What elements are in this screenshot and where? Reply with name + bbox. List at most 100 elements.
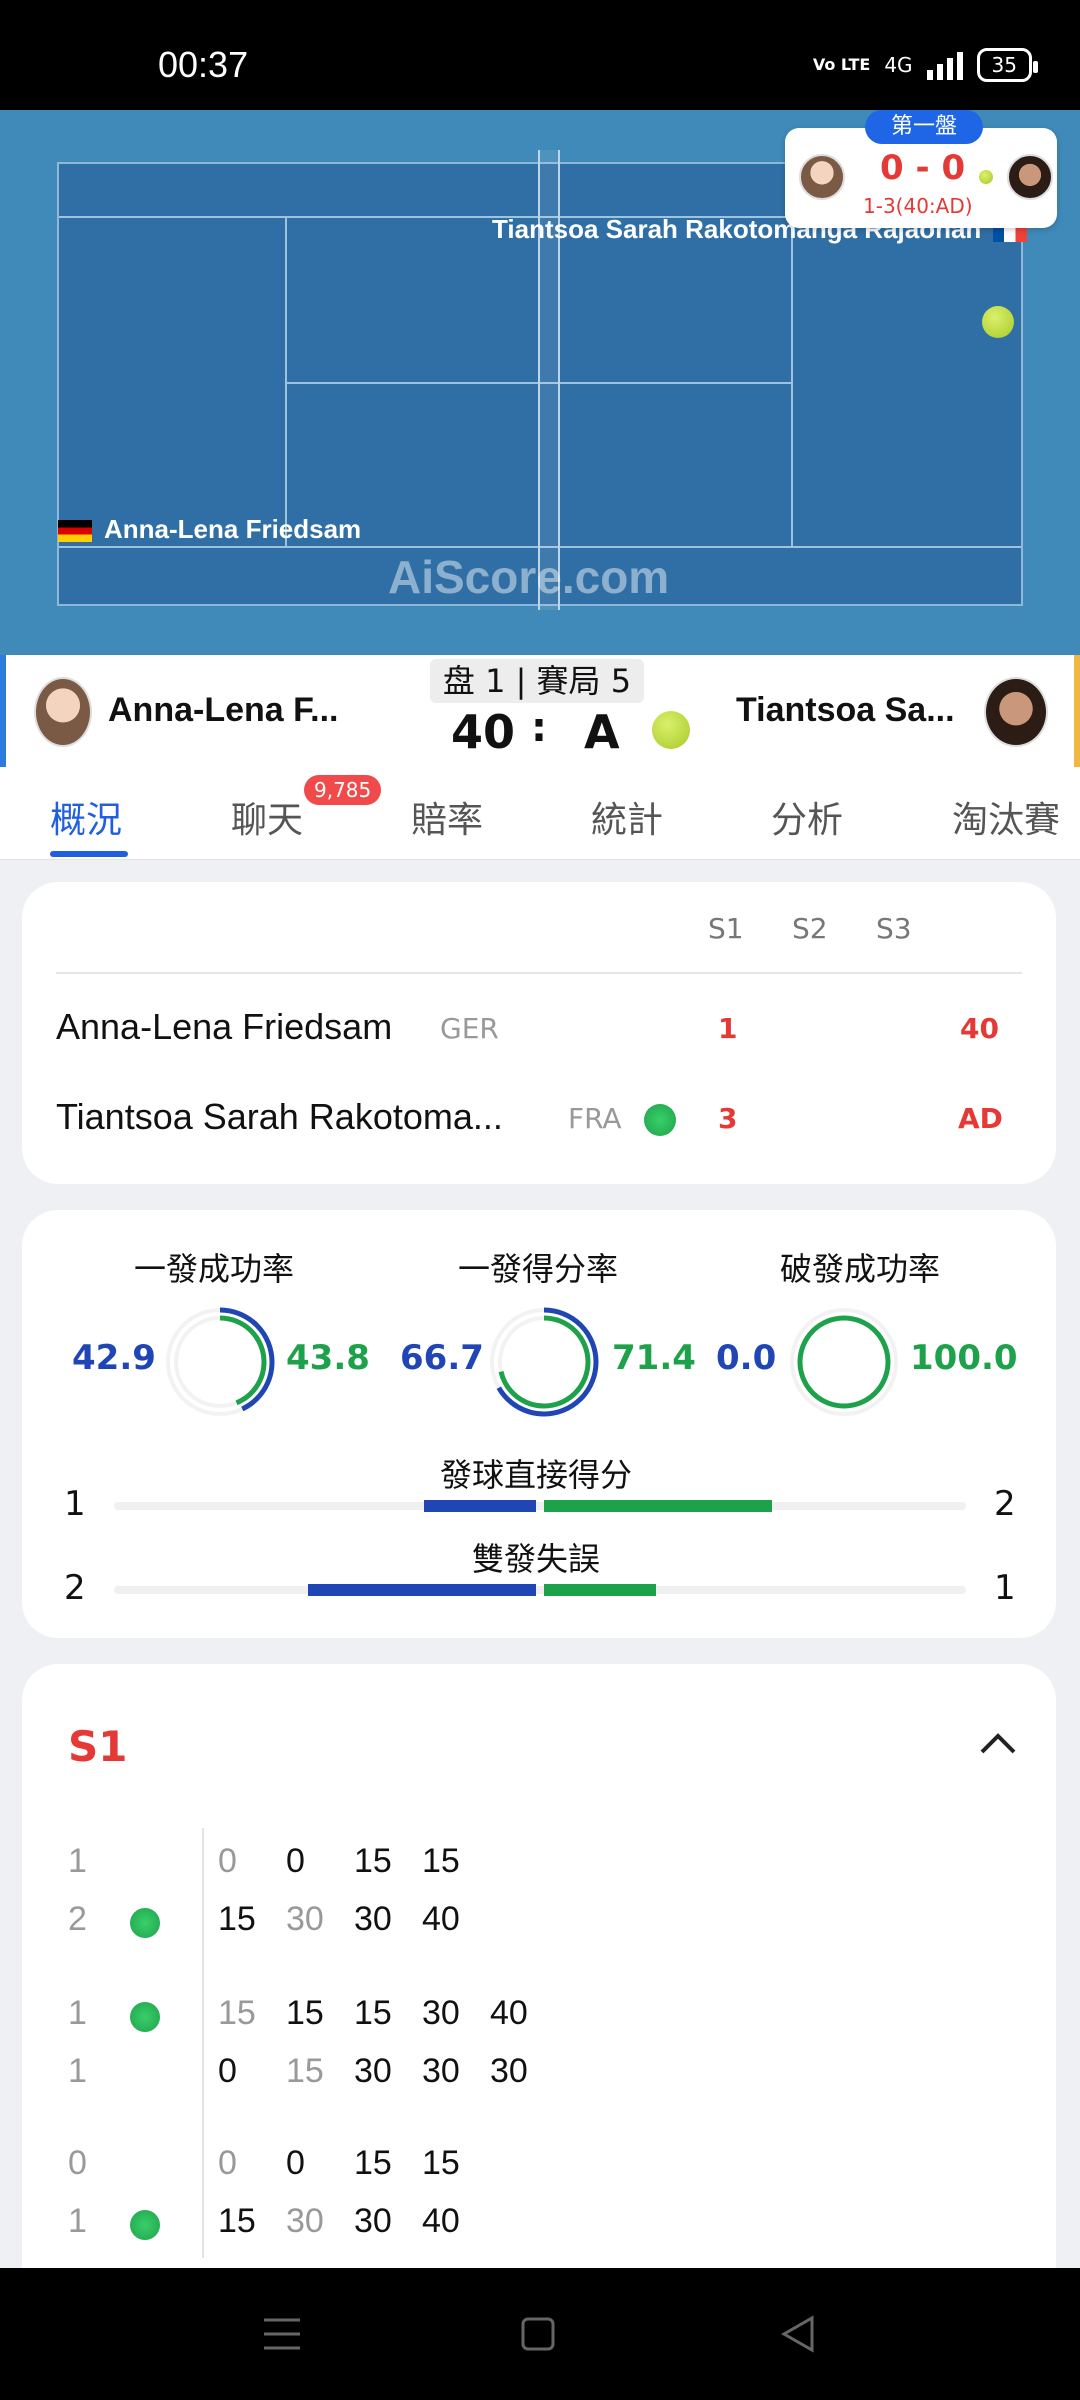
first-serve-won-ring <box>489 1307 599 1417</box>
ring-track-outer <box>790 1308 898 1416</box>
volte-icon: Vo LTE <box>812 55 871 74</box>
status-bar: 00:37 Vo LTE 4G 35 <box>0 0 1080 110</box>
player2-points: A <box>584 705 620 759</box>
point-score: 15 <box>422 2144 460 2182</box>
serve-ball-icon <box>130 2002 160 2032</box>
tab-chat[interactable]: 聊天 <box>231 791 303 843</box>
player1-nationality: GER <box>440 1012 499 1045</box>
stat-double-faults-title: 雙發失誤 <box>472 1540 601 1578</box>
set-title: S1 <box>68 1722 128 1771</box>
avatar <box>1007 154 1053 200</box>
point-score: 15 <box>286 2052 324 2090</box>
battery-icon: 35 <box>976 48 1039 82</box>
serve-ball-icon <box>130 1908 160 1938</box>
serving-ball-icon <box>652 711 690 749</box>
point-score: 40 <box>422 2202 460 2240</box>
tennis-ball-icon <box>982 306 1014 338</box>
player1-name[interactable]: Anna-Lena F... <box>108 691 338 730</box>
point-score: 40 <box>490 1994 528 2032</box>
game-count: 0 <box>68 2144 87 2182</box>
chat-count-badge: 9,785 <box>304 775 382 805</box>
point-score: 15 <box>354 2144 392 2182</box>
point-score: 15 <box>422 1842 460 1880</box>
player1-points: 40 <box>451 705 516 759</box>
set-detail-card: S1 1 0 0 15 15 2 15 30 30 40 1 15 15 15 30 40 1 0 15 30 30 30… <box>22 1664 1056 2268</box>
serve-ball-icon <box>130 2210 160 2240</box>
stat-aces-title: 發球直接得分 <box>440 1456 633 1494</box>
point-score: 0 <box>218 2052 237 2090</box>
stat-aces-right: 2 <box>994 1484 1016 1524</box>
tab-knockout[interactable]: 淘汰賽 <box>952 791 1060 843</box>
mini-scoreboard[interactable]: 第一盤 0 - 0 1-3(40:AD) <box>785 110 1057 228</box>
point-score: 15 <box>218 2202 256 2240</box>
tab-overview[interactable]: 概況 <box>50 791 122 843</box>
first-serve-ring <box>165 1307 275 1417</box>
chevron-up-icon[interactable] <box>978 1730 1018 1756</box>
serving-ball-icon <box>644 1104 676 1136</box>
status-time: 00:37 <box>158 44 249 85</box>
tab-analysis[interactable]: 分析 <box>771 791 843 843</box>
point-score: 0 <box>286 2144 305 2182</box>
serve-ball-icon <box>979 170 993 184</box>
set-tag: 第一盤 <box>865 110 983 144</box>
player1-row-name: Anna-Lena Friedsam <box>56 1006 393 1047</box>
point-score: 15 <box>218 1900 256 1938</box>
stats-card: 一發成功率 一發得分率 破發成功率 42.9 43.8 66.7 71.4 0.… <box>22 1210 1056 1638</box>
signal-icon <box>926 50 963 80</box>
germany-flag-icon <box>58 520 92 543</box>
point-score: 15 <box>354 1842 392 1880</box>
aces-bar-left <box>423 1500 536 1512</box>
network-label: 4G <box>884 53 913 77</box>
header-s2: S2 <box>792 912 828 945</box>
point-score: 30 <box>354 2202 392 2240</box>
navigation-bar <box>0 2268 1080 2400</box>
avatar <box>799 154 845 200</box>
stat-double-faults-right: 1 <box>994 1568 1016 1608</box>
player2-name[interactable]: Tiantsoa Sa... <box>736 691 955 730</box>
scoreboard-card: S1 S2 S3 Anna-Lena Friedsam GER 1 40 Tia… <box>22 882 1056 1184</box>
back-icon[interactable] <box>778 2314 818 2354</box>
point-score: 15 <box>354 1994 392 2032</box>
point-score: 30 <box>354 1900 392 1938</box>
double-faults-bar-track <box>114 1586 966 1594</box>
double-faults-bar-left <box>307 1584 536 1596</box>
double-faults-bar-right <box>544 1584 657 1596</box>
tab-stats[interactable]: 統計 <box>591 791 663 843</box>
point-score: 15 <box>218 1994 256 2032</box>
point-score: 30 <box>422 2052 460 2090</box>
header-s3: S3 <box>876 912 912 945</box>
tab-bar: 概況 聊天 9,785 賠率 統計 分析 淘汰賽 <box>0 767 1080 860</box>
stat-first-serve-left: 42.9 <box>72 1338 156 1378</box>
stat-break-point-right: 100.0 <box>910 1338 1018 1378</box>
stat-first-serve-won-title: 一發得分率 <box>458 1250 619 1288</box>
tab-odds[interactable]: 賠率 <box>411 791 483 843</box>
point-score: 15 <box>286 1994 324 2032</box>
point-score: 30 <box>490 2052 528 2090</box>
stat-break-point-title: 破發成功率 <box>780 1250 941 1288</box>
menu-icon[interactable] <box>262 2316 302 2352</box>
player2-current-points: AD <box>958 1102 1003 1135</box>
point-score: 40 <box>422 1900 460 1938</box>
status-icons: Vo LTE 4G 35 <box>812 48 1039 82</box>
ring-right-arc <box>797 1315 891 1409</box>
point-score: 30 <box>354 2052 392 2090</box>
stat-aces-left: 1 <box>64 1484 86 1524</box>
set-game-info: 盘 1 | 賽局 5 <box>430 659 644 703</box>
game-count: 1 <box>68 2202 87 2240</box>
player2-row-name: Tiantsoa Sarah Rakotoma... <box>56 1096 503 1137</box>
set-score: 0 - 0 <box>880 148 966 188</box>
header-s1: S1 <box>708 912 744 945</box>
stat-double-faults-left: 2 <box>64 1568 86 1608</box>
point-score: 0 <box>218 2144 237 2182</box>
court-player-bottom: Anna-Lena Friedsam <box>58 514 361 545</box>
player1-s1-score: 1 <box>718 1012 738 1045</box>
home-icon[interactable] <box>520 2316 556 2352</box>
point-score: 0 <box>286 1842 305 1880</box>
aces-bar-track <box>114 1502 966 1510</box>
stat-first-serve-won-right: 71.4 <box>612 1338 696 1378</box>
stat-first-serve-won-left: 66.7 <box>400 1338 484 1378</box>
avatar <box>34 677 92 747</box>
break-point-ring <box>790 1308 898 1416</box>
game-count: 2 <box>68 1900 87 1938</box>
game-detail: 1-3(40:AD) <box>863 194 973 218</box>
